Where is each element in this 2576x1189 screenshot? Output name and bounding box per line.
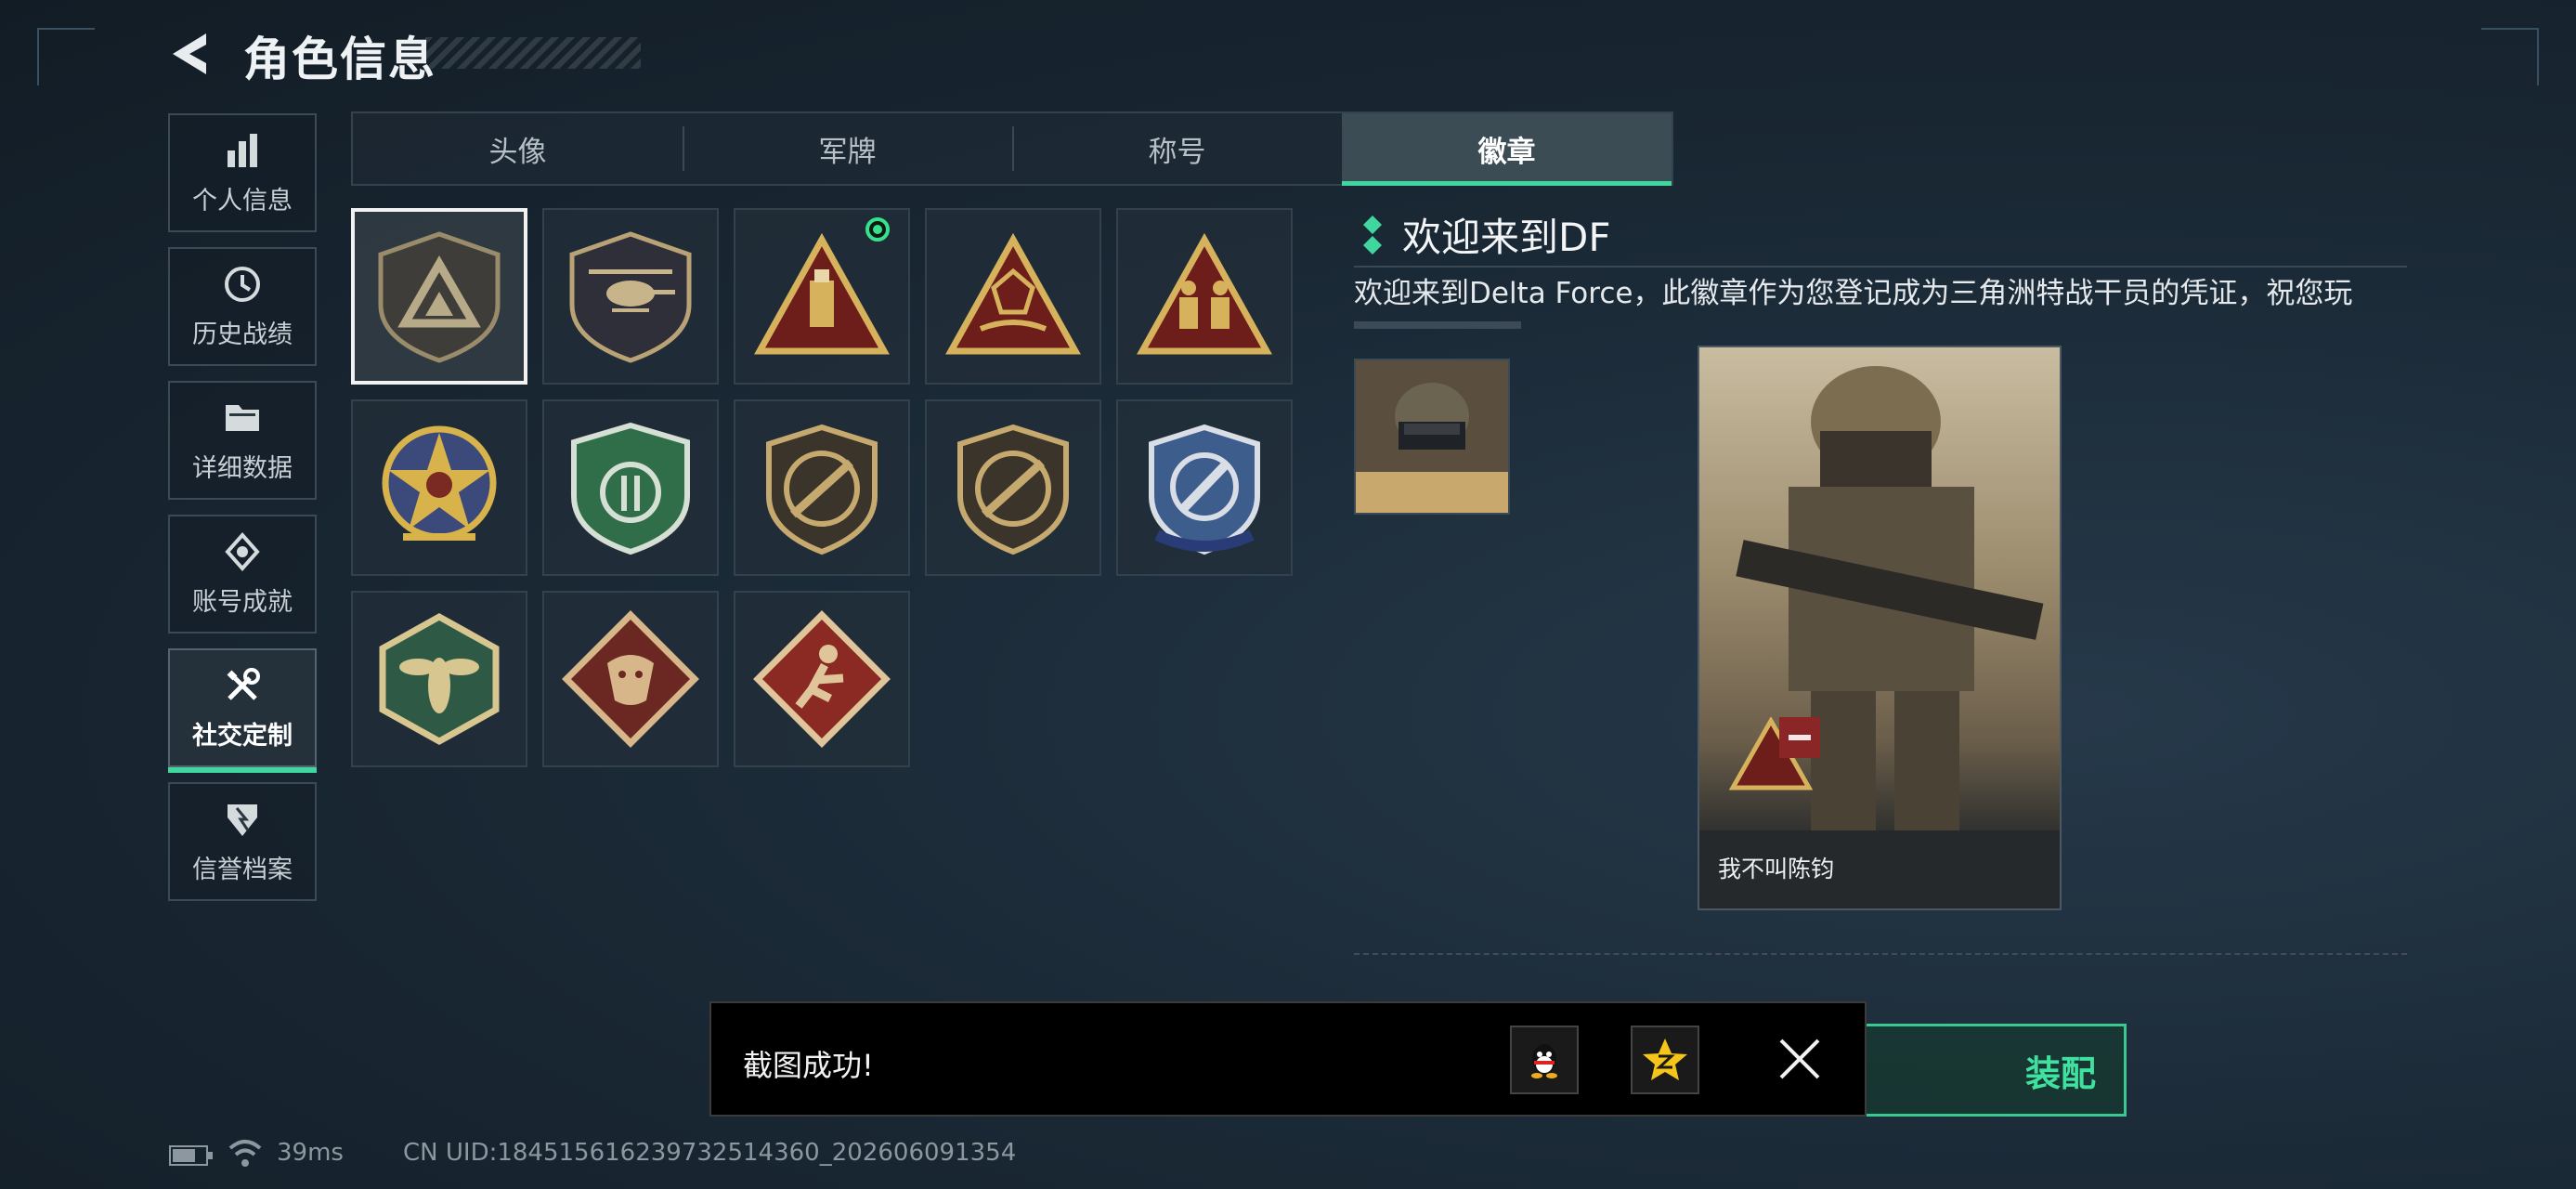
tab-badge[interactable]: 徽章 — [1342, 113, 1672, 186]
badge-detail-description: 欢迎来到Delta Force，此徽章作为您登记成为三角洲特战干员的凭证，祝您玩 — [1354, 277, 2353, 310]
operator-avatar[interactable] — [1354, 359, 1510, 515]
share-qzone-button[interactable] — [1631, 1026, 1699, 1094]
frame-corner-top-right — [2481, 28, 2539, 85]
folder-icon — [226, 404, 259, 431]
badge-crosshair-knife[interactable] — [1116, 399, 1293, 576]
remove-badge-icon[interactable] — [1779, 717, 1820, 758]
page-title: 角色信息 — [243, 33, 436, 86]
sidebar-item-label: 账号成就 — [192, 587, 293, 617]
title-decoration — [425, 37, 641, 69]
crosshair-knife-badge-icon — [1149, 424, 1260, 555]
diamond-bullet-icon — [1363, 216, 1382, 255]
operator-avatar-image — [1356, 360, 1508, 513]
tab-avatar[interactable]: 头像 — [353, 113, 683, 184]
category-tabs: 头像 军牌 称号 徽章 — [351, 111, 1673, 186]
tab-title[interactable]: 称号 — [1012, 113, 1342, 184]
runner-diamond-badge-icon — [753, 610, 891, 748]
wasp-hexagon-badge-icon — [379, 612, 500, 746]
soldiers-triangle-badge-icon — [1137, 232, 1272, 355]
player-name: 我不叫陈钧 — [1718, 856, 1835, 882]
history-icon — [225, 266, 260, 302]
helicopter-badge-icon — [569, 231, 692, 363]
sidebar-item-personal-info[interactable]: 个人信息 — [168, 113, 317, 232]
detail-divider — [1354, 266, 2407, 268]
badge-dragon-diamond[interactable] — [542, 591, 719, 767]
qq-icon — [1531, 1044, 1557, 1078]
usb-triangle-badge-icon — [754, 232, 890, 355]
badge-green-shield[interactable] — [542, 399, 719, 576]
triangle-shield-badge-icon — [378, 231, 501, 363]
badge-detail-title: 欢迎来到DF — [1402, 215, 1611, 260]
sidebar-item-label: 详细数据 — [192, 453, 293, 483]
badge-usb-triangle[interactable] — [734, 208, 910, 385]
sidebar-item-detailed-data[interactable]: 详细数据 — [168, 381, 317, 500]
share-qq-button[interactable] — [1510, 1026, 1579, 1094]
detail-bottom-border — [1354, 953, 2407, 957]
dragon-diamond-badge-icon — [562, 610, 699, 748]
badge-rifle-2[interactable] — [925, 399, 1101, 576]
badge-triangle-shield[interactable] — [351, 208, 527, 385]
sidebar-item-achievements[interactable]: 账号成就 — [168, 515, 317, 634]
sidebar-item-credit-record[interactable]: 信誉档案 — [168, 782, 317, 901]
rifle-badge-1-icon — [766, 424, 878, 555]
star-compass-badge-icon — [382, 425, 497, 541]
sidebar-item-label: 个人信息 — [192, 186, 293, 216]
sidebar-item-social-custom[interactable]: 社交定制 — [168, 648, 317, 773]
badge-soldiers-triangle[interactable] — [1116, 208, 1293, 385]
soldier-illustration — [1699, 366, 2060, 908]
user-uid: CN UID:184515616239732514360_20260609135… — [403, 1139, 1017, 1167]
achievement-icon — [225, 531, 260, 571]
back-arrow-icon[interactable] — [167, 28, 219, 80]
credit-shield-icon — [228, 804, 257, 836]
rifle-badge-2-icon — [957, 424, 1069, 555]
badge-gem-hands[interactable] — [925, 208, 1101, 385]
gem-hands-badge-icon — [945, 232, 1081, 355]
battery-icon — [169, 1145, 213, 1166]
wifi-icon — [228, 1140, 262, 1167]
frame-corner-top-left — [37, 28, 95, 85]
sidebar-item-label: 历史战绩 — [192, 320, 293, 349]
bar-chart-icon — [228, 133, 257, 167]
player-preview-card: 我不叫陈钧 — [1698, 346, 2062, 910]
equip-button-label: 装配 — [2024, 1052, 2096, 1094]
badge-star-compass[interactable] — [351, 399, 527, 576]
sidebar-item-history[interactable]: 历史战绩 — [168, 247, 317, 366]
new-indicator-dot — [865, 217, 890, 242]
badge-runner-diamond[interactable] — [734, 591, 910, 767]
sidebar-item-label: 信誉档案 — [192, 855, 293, 884]
tab-dog-tag[interactable]: 军牌 — [683, 113, 1012, 184]
green-shield-badge-icon — [571, 422, 690, 555]
badge-wasp-hexagon[interactable] — [351, 591, 527, 767]
badge-helicopter[interactable] — [542, 208, 719, 385]
close-icon[interactable] — [1772, 1031, 1828, 1087]
network-latency: 39ms — [277, 1139, 344, 1167]
tools-icon — [227, 667, 260, 700]
toast-message: 截图成功! — [743, 1048, 874, 1083]
qzone-star-icon — [1643, 1039, 1687, 1080]
screenshot-toast: 截图成功! — [709, 1001, 1867, 1117]
badge-rifle-1[interactable] — [734, 399, 910, 576]
description-overflow-mark — [1354, 321, 1521, 329]
sidebar-item-label: 社交定制 — [192, 721, 293, 751]
